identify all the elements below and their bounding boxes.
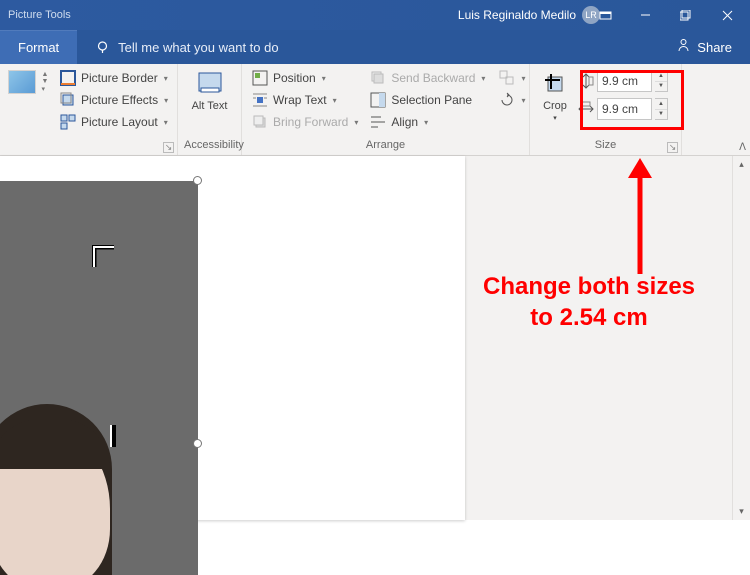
align-button[interactable]: Align▾ — [366, 112, 489, 132]
group-shapes-button[interactable]: ▾ — [495, 68, 529, 88]
height-spinner[interactable]: ▲▼ — [655, 70, 668, 92]
position-button[interactable]: Position▾ — [248, 68, 362, 88]
height-input[interactable]: 9.9 cm — [597, 70, 652, 92]
window-controls — [585, 0, 750, 30]
selection-pane-button[interactable]: Selection Pane — [366, 90, 489, 110]
size-launcher[interactable]: ↘ — [667, 142, 678, 153]
share-label: Share — [697, 40, 732, 55]
height-icon — [578, 73, 594, 89]
annotation-text: Change both sizes to 2.54 cm — [444, 271, 734, 333]
group-label-size: Size — [536, 138, 675, 153]
picture-effects-button[interactable]: Picture Effects▾ — [56, 90, 172, 110]
user-name: Luis Reginaldo Medilo — [458, 8, 576, 22]
group-label-arrange: Arrange — [248, 138, 523, 153]
share-icon — [676, 38, 691, 56]
ribbon-tabs: Format Tell me what you want to do Share — [0, 30, 750, 64]
bring-forward-icon — [252, 114, 268, 130]
resize-handle[interactable] — [193, 439, 202, 448]
minimize-button[interactable] — [625, 0, 665, 30]
ribbon-display-options[interactable] — [585, 0, 625, 30]
scroll-up-button[interactable]: ▴ — [733, 156, 750, 173]
crop-icon — [541, 70, 569, 98]
width-spinner[interactable]: ▲▼ — [655, 98, 668, 120]
picture-border-button[interactable]: Picture Border▾ — [56, 68, 172, 88]
picture-layout-button[interactable]: Picture Layout▾ — [56, 112, 172, 132]
picture-layout-icon — [60, 114, 76, 130]
restore-button[interactable] — [665, 0, 705, 30]
selection-pane-icon — [370, 92, 386, 108]
picture-styles-gallery-dropdown[interactable]: ▲▼▾ — [38, 68, 52, 96]
vertical-scrollbar[interactable]: ▴ ▾ — [732, 156, 750, 520]
align-icon — [370, 114, 386, 130]
wrap-text-button[interactable]: Wrap Text▾ — [248, 90, 362, 110]
alt-text-icon — [196, 70, 224, 98]
picture-style-preset[interactable] — [8, 70, 36, 94]
title-bar: Picture Tools Luis Reginaldo Medilo LR — [0, 0, 750, 30]
close-button[interactable] — [705, 0, 750, 30]
selected-picture[interactable] — [0, 181, 198, 575]
bring-forward-button[interactable]: Bring Forward▾ — [248, 112, 362, 132]
picture-styles-launcher[interactable]: ↘ — [163, 142, 174, 153]
rotate-button[interactable]: ▾ — [495, 90, 529, 110]
send-backward-icon — [370, 70, 386, 86]
height-control: 9.9 cm ▲▼ — [578, 70, 668, 92]
lightbulb-icon — [95, 40, 110, 55]
share-button[interactable]: Share — [676, 30, 750, 64]
crop-handle-left[interactable] — [110, 425, 116, 447]
crop-button[interactable]: Crop ▾ — [536, 68, 574, 124]
tell-me-search[interactable]: Tell me what you want to do — [77, 30, 278, 64]
picture-effects-icon — [60, 92, 76, 108]
wrap-text-icon — [252, 92, 268, 108]
tool-context-label: Picture Tools — [8, 9, 71, 21]
user-account[interactable]: Luis Reginaldo Medilo LR — [458, 6, 600, 24]
width-icon — [578, 101, 594, 117]
tab-format[interactable]: Format — [0, 30, 77, 64]
document-page[interactable] — [0, 156, 465, 520]
tell-me-placeholder: Tell me what you want to do — [118, 40, 278, 55]
rotate-icon — [499, 92, 515, 108]
annotation-arrow — [620, 156, 660, 276]
ribbon: ▲▼▾ Picture Border▾ Picture Effects▾ Pic… — [0, 64, 750, 156]
group-size: Crop ▾ 9.9 cm ▲▼ 9.9 cm ▲▼ Size ↘ — [530, 64, 682, 155]
position-icon — [252, 70, 268, 86]
collapse-ribbon-button[interactable]: ᐱ — [739, 142, 746, 153]
width-control: 9.9 cm ▲▼ — [578, 98, 668, 120]
group-accessibility: Alt Text Accessibility — [178, 64, 242, 155]
group-arrange: Position▾ Wrap Text▾ Bring Forward▾ Send… — [242, 64, 530, 155]
group-label-accessibility: Accessibility — [184, 138, 235, 153]
send-backward-button[interactable]: Send Backward▾ — [366, 68, 489, 88]
document-workspace: Change both sizes to 2.54 cm ▴ ▾ — [0, 156, 750, 520]
alt-text-button[interactable]: Alt Text — [186, 68, 234, 114]
crop-handle-top-left[interactable] — [92, 245, 116, 269]
group-picture-styles: ▲▼▾ Picture Border▾ Picture Effects▾ Pic… — [0, 64, 178, 155]
picture-content — [0, 399, 118, 575]
picture-border-icon — [60, 70, 76, 86]
scroll-down-button[interactable]: ▾ — [733, 503, 750, 520]
group-icon — [499, 70, 515, 86]
resize-handle[interactable] — [193, 176, 202, 185]
width-input[interactable]: 9.9 cm — [597, 98, 652, 120]
